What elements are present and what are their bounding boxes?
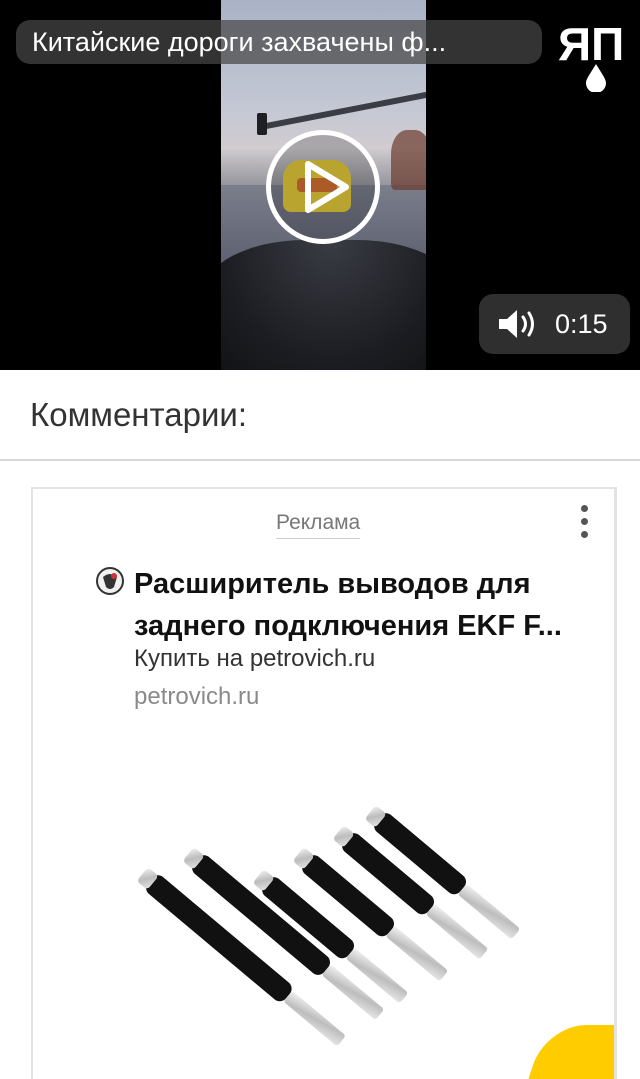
volume-icon[interactable] bbox=[497, 308, 539, 340]
ad-card[interactable]: Реклама Расширитель выводов для заднего … bbox=[31, 487, 617, 1079]
video-title[interactable]: Китайские дороги захвачены ф... bbox=[16, 20, 542, 64]
ad-domain[interactable]: petrovich.ru bbox=[134, 683, 259, 711]
volume-duration-pill[interactable]: 0:15 bbox=[479, 294, 630, 354]
ad-title[interactable]: Расширитель выводов для заднего подключе… bbox=[134, 563, 609, 647]
logo-text: ЯП bbox=[558, 18, 624, 70]
video-duration: 0:15 bbox=[555, 309, 608, 339]
section-divider bbox=[0, 459, 640, 461]
yap-logo-icon[interactable]: ЯП bbox=[556, 16, 634, 92]
pin-extender-group bbox=[138, 806, 520, 1046]
play-button[interactable] bbox=[266, 130, 380, 244]
petrovich-favicon-icon bbox=[96, 567, 124, 595]
frame-traffic-pole bbox=[258, 90, 426, 131]
ad-product-image[interactable] bbox=[115, 722, 614, 1079]
pin-extenders-illustration bbox=[138, 806, 520, 1046]
frame-dashboard bbox=[221, 240, 426, 370]
more-vertical-icon[interactable] bbox=[576, 505, 592, 545]
comments-heading: Комментарии: bbox=[30, 396, 248, 433]
frame-tree bbox=[391, 130, 426, 190]
ad-subtitle[interactable]: Купить на petrovich.ru bbox=[134, 645, 375, 673]
frame-traffic-light bbox=[257, 113, 267, 135]
video-player[interactable]: Китайские дороги захвачены ф... ЯП 0:15 bbox=[0, 0, 640, 370]
play-icon bbox=[305, 161, 349, 213]
ad-label: Реклама bbox=[276, 511, 361, 539]
